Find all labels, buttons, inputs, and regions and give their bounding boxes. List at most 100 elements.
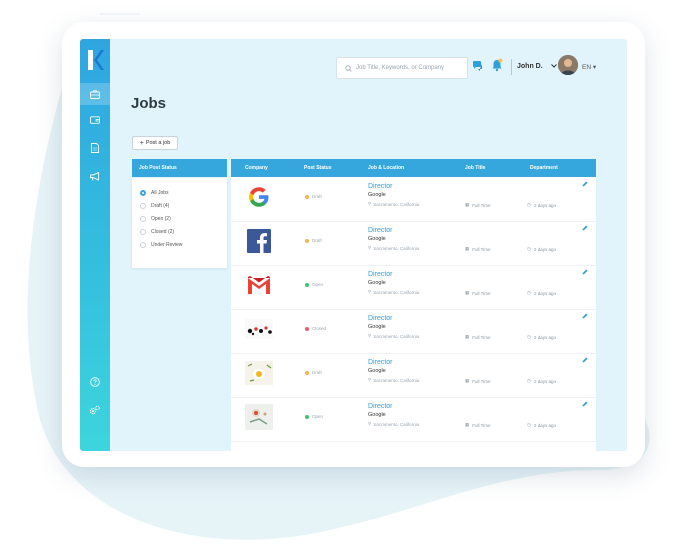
job-posted: ◷ 2 days ago xyxy=(527,422,556,428)
table-row[interactable]: Open Director Google ⚲ Sacramento, Califo… xyxy=(231,265,596,310)
job-type-text: Full Time xyxy=(472,202,491,208)
settings-icon xyxy=(89,405,100,415)
chevron-down-icon[interactable] xyxy=(551,64,557,68)
table-row[interactable]: Closed Director Google ⚲ Sacramento, Cali… xyxy=(231,309,596,354)
filter-open[interactable]: Open (2) xyxy=(140,216,171,222)
edit-icon[interactable] xyxy=(582,357,588,363)
egg-logo xyxy=(245,359,273,387)
sidebar-item-settings[interactable] xyxy=(80,399,110,421)
filter-closed[interactable]: Closed (2) xyxy=(140,229,174,235)
status-text: Closed xyxy=(312,326,327,331)
table-row[interactable]: Draft Director Google ⚲ Sacramento, Calif… xyxy=(231,221,596,266)
job-location: ⚲ Sacramento, California xyxy=(368,289,419,295)
job-title-link[interactable]: Director xyxy=(368,227,393,234)
radio-button[interactable] xyxy=(140,229,146,235)
posted-text: 2 days ago xyxy=(533,246,556,252)
edit-icon[interactable] xyxy=(582,313,588,319)
column-job-location[interactable]: Job & Location xyxy=(368,165,404,171)
search-input[interactable]: Job Title, Keywords, or Company xyxy=(336,57,468,79)
job-posted: ◷ 2 days ago xyxy=(527,290,556,296)
facebook-logo xyxy=(245,227,273,255)
job-title-link[interactable]: Director xyxy=(368,315,393,322)
google-logo xyxy=(245,183,273,211)
status-dot xyxy=(305,371,309,375)
status-dot xyxy=(305,239,309,243)
clock-icon: ◷ xyxy=(527,246,531,251)
job-type: ▦ Full Time xyxy=(465,334,491,340)
clock-icon: ◷ xyxy=(527,334,531,339)
app-logo xyxy=(88,50,104,70)
sidebar-item-campaigns[interactable] xyxy=(80,165,110,187)
job-posted: ◷ 2 days ago xyxy=(527,378,556,384)
sidebar-item-wallet[interactable] xyxy=(80,109,110,131)
location-text: Sacramento, California xyxy=(373,421,420,427)
user-name[interactable]: John D. xyxy=(517,63,543,70)
chat-icon[interactable] xyxy=(472,60,484,72)
filter-label: Closed (2) xyxy=(151,229,175,235)
job-type: ▦ Full Time xyxy=(465,378,491,384)
post-job-label: Post a job xyxy=(145,140,171,146)
briefcase-icon xyxy=(90,89,100,99)
edit-icon[interactable] xyxy=(582,269,588,275)
location-text: Sacramento, California xyxy=(373,245,420,251)
job-type-text: Full Time xyxy=(472,378,491,384)
table-row[interactable]: Draft Director Google ⚲ Sacramento, Calif… xyxy=(231,353,596,398)
job-location: ⚲ Sacramento, California xyxy=(368,377,419,383)
filter-draft[interactable]: Draft (4) xyxy=(140,203,169,209)
job-location: ⚲ Sacramento, California xyxy=(368,421,419,427)
radio-button[interactable] xyxy=(140,203,146,209)
jobs-table-header: Company Post Status Job & Location Job T… xyxy=(231,159,596,177)
column-post-status[interactable]: Post Status xyxy=(304,165,332,171)
clock-icon: ◷ xyxy=(527,422,531,427)
filter-label: Draft (4) xyxy=(151,203,170,209)
location-pin-icon: ⚲ xyxy=(368,421,372,426)
calendar-icon: ▦ xyxy=(465,334,470,339)
column-company[interactable]: Company xyxy=(245,165,268,171)
sidebar-item-help[interactable] xyxy=(80,371,110,393)
table-row[interactable]: Open Director Google ⚲ Sacramento, Califo… xyxy=(231,397,596,442)
location-text: Sacramento, California xyxy=(373,377,420,383)
column-department[interactable]: Department xyxy=(530,165,558,171)
table-row[interactable]: Draft Director Google ⚲ Sacramento, Calif… xyxy=(231,177,596,222)
status-text: Draft xyxy=(312,370,322,375)
job-type-text: Full Time xyxy=(472,290,491,296)
edit-icon[interactable] xyxy=(582,181,588,187)
job-company: Google xyxy=(368,280,386,286)
filter-label: Open (2) xyxy=(151,216,171,222)
document-icon xyxy=(91,143,99,153)
calendar-icon: ▦ xyxy=(465,290,470,295)
bell-icon[interactable] xyxy=(491,58,503,72)
column-job-title[interactable]: Job Title xyxy=(465,165,485,171)
language-label: EN xyxy=(582,64,592,71)
calendar-icon: ▦ xyxy=(465,422,470,427)
filter-label: Under Review xyxy=(151,242,183,248)
job-title-link[interactable]: Director xyxy=(368,403,393,410)
radio-button[interactable] xyxy=(140,242,146,248)
status-dot xyxy=(305,327,309,331)
status-filter-heading: Job Post Status xyxy=(132,159,227,177)
status-text: Draft xyxy=(312,194,322,199)
job-title-link[interactable]: Director xyxy=(368,183,393,190)
megaphone-icon xyxy=(90,171,99,181)
job-title-link[interactable]: Director xyxy=(368,271,393,278)
clock-icon: ◷ xyxy=(527,378,531,383)
radio-button[interactable] xyxy=(140,216,146,222)
sidebar-item-jobs[interactable] xyxy=(80,83,110,105)
filter-all-jobs[interactable]: All Jobs xyxy=(140,190,169,196)
post-job-button[interactable]: + Post a job xyxy=(132,136,178,150)
sidebar-item-documents[interactable] xyxy=(80,137,110,159)
edit-icon[interactable] xyxy=(582,225,588,231)
job-company: Google xyxy=(368,236,386,242)
location-pin-icon: ⚲ xyxy=(368,245,372,250)
job-type: ▦ Full Time xyxy=(465,246,491,252)
status-text: Open xyxy=(312,282,324,287)
avatar[interactable] xyxy=(558,55,578,75)
filter-under-review[interactable]: Under Review xyxy=(140,242,182,248)
language-selector[interactable]: EN ▾ xyxy=(582,63,596,71)
topbar-divider xyxy=(511,59,512,75)
location-pin-icon: ⚲ xyxy=(368,289,372,294)
edit-icon[interactable] xyxy=(582,401,588,407)
posted-text: 2 days ago xyxy=(533,422,556,428)
job-title-link[interactable]: Director xyxy=(368,359,393,366)
radio-button[interactable] xyxy=(140,190,146,196)
